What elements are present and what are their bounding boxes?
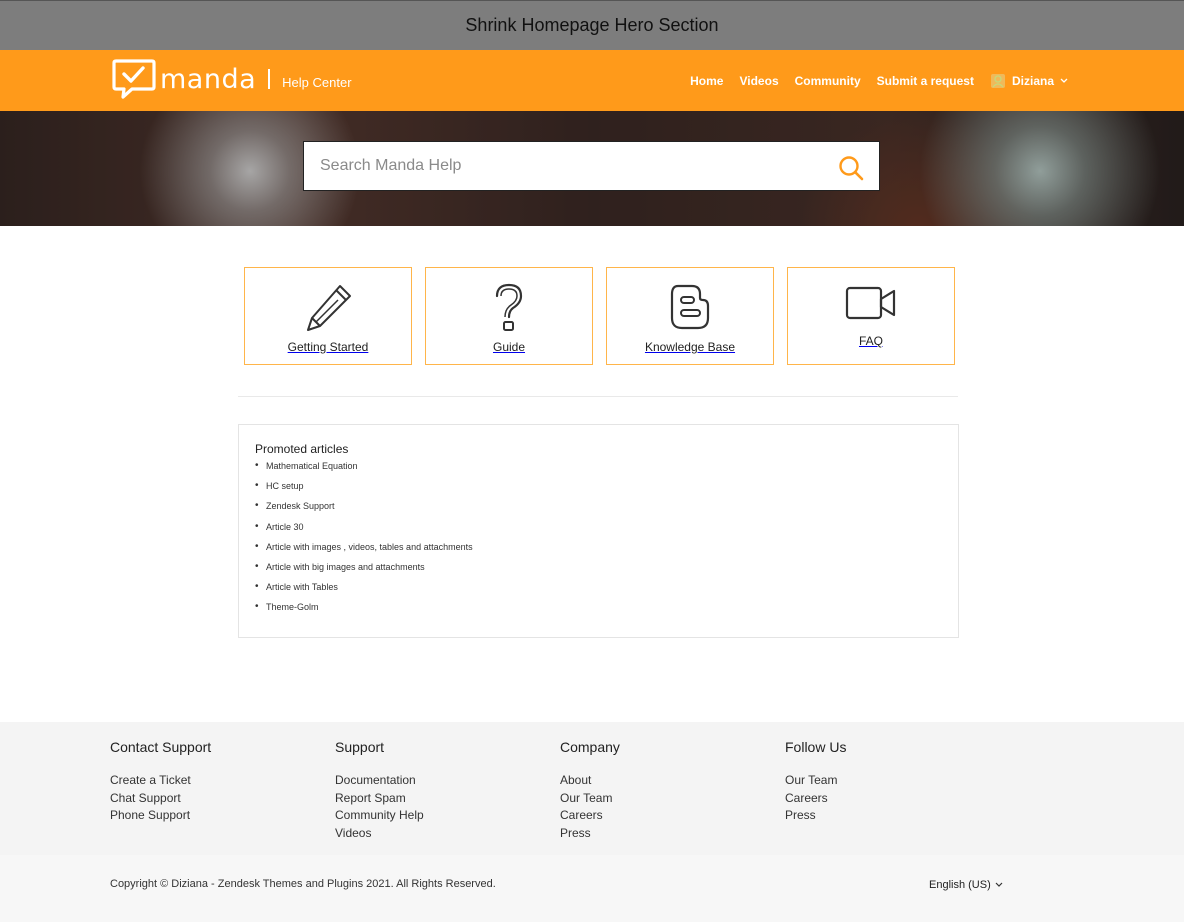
language-selector[interactable]: English (US) [929, 879, 1003, 891]
language-label: English (US) [929, 879, 991, 891]
promoted-item[interactable]: Article with Tables [255, 581, 958, 601]
user-avatar-icon [990, 73, 1005, 88]
copyright-text: Copyright © Diziana - Zendesk Themes and… [110, 878, 496, 890]
footer-col-company: Company About Our Team Careers Press [560, 739, 785, 842]
promoted-link[interactable]: Article with Tables [266, 582, 338, 592]
footer-link-report-spam[interactable]: Report Spam [335, 790, 560, 808]
footer-col-title: Company [560, 739, 620, 755]
footer-bottom-bar: Copyright © Diziana - Zendesk Themes and… [0, 855, 1184, 922]
footer-link-videos[interactable]: Videos [335, 825, 560, 843]
footer-col-follow-us: Follow Us Our Team Careers Press [785, 739, 1010, 842]
pencil-icon [307, 285, 351, 331]
promoted-list: Mathematical Equation HC setup Zendesk S… [255, 460, 958, 622]
chat-check-logo-icon [112, 59, 156, 99]
nav-submit-request[interactable]: Submit a request [877, 74, 974, 88]
main-nav: Home Videos Community Submit a request D… [690, 50, 1068, 111]
footer-col-title: Support [335, 739, 385, 755]
promoted-item[interactable]: HC setup [255, 480, 958, 500]
user-menu[interactable]: Diziana [990, 73, 1068, 89]
footer-col-support: Support Documentation Report Spam Commun… [335, 739, 560, 842]
nav-community[interactable]: Community [795, 74, 861, 88]
footer-link-phone-support[interactable]: Phone Support [110, 807, 335, 825]
footer-link-careers[interactable]: Careers [560, 807, 785, 825]
logo-divider [268, 69, 271, 89]
footer-link-our-team[interactable]: Our Team [785, 772, 1010, 790]
footer-col-title: Follow Us [785, 739, 847, 755]
chevron-down-icon [995, 882, 1003, 887]
footer-link-about[interactable]: About [560, 772, 785, 790]
footer-link-community-help[interactable]: Community Help [335, 807, 560, 825]
logo[interactable]: manda Help Center [112, 58, 352, 100]
promoted-item[interactable]: Article 30 [255, 521, 958, 541]
footer-link-chat-support[interactable]: Chat Support [110, 790, 335, 808]
card-label: Knowledge Base [644, 340, 736, 354]
promoted-item[interactable]: Mathematical Equation [255, 460, 958, 480]
promoted-title: Promoted articles [255, 442, 349, 456]
blogger-icon [670, 284, 710, 330]
footer-link-documentation[interactable]: Documentation [335, 772, 560, 790]
footer-link-press[interactable]: Press [785, 807, 1010, 825]
nav-home[interactable]: Home [690, 74, 723, 88]
promoted-link[interactable]: HC setup [266, 481, 304, 491]
category-cards: Getting Started Guide Knowledge Base FAQ [244, 267, 955, 365]
search-input[interactable] [304, 143, 824, 189]
site-header: manda Help Center Home Videos Community … [0, 50, 1184, 111]
footer-col-title: Contact Support [110, 739, 212, 755]
promoted-item[interactable]: Article with images , videos, tables and… [255, 541, 958, 561]
promoted-articles: Promoted articles Mathematical Equation … [238, 424, 959, 638]
chevron-down-icon [1060, 78, 1068, 83]
promoted-item[interactable]: Theme-Golm [255, 601, 958, 621]
card-label: Getting Started [287, 340, 369, 354]
card-guide[interactable]: Guide [425, 267, 593, 365]
question-mark-icon [495, 283, 523, 331]
nav-videos[interactable]: Videos [739, 74, 778, 88]
card-label: Guide [492, 340, 526, 354]
promoted-link[interactable]: Article 30 [266, 522, 304, 532]
section-divider [238, 396, 958, 397]
footer-link-our-team[interactable]: Our Team [560, 790, 785, 808]
promoted-item[interactable]: Zendesk Support [255, 500, 958, 520]
card-faq[interactable]: FAQ [787, 267, 955, 365]
logo-text: manda [160, 63, 257, 95]
title-bar: Shrink Homepage Hero Section [0, 0, 1184, 50]
promoted-link[interactable]: Article with images , videos, tables and… [266, 542, 473, 552]
footer-columns: Contact Support Create a Ticket Chat Sup… [110, 739, 1010, 842]
promoted-link[interactable]: Mathematical Equation [266, 461, 358, 471]
footer-link-press[interactable]: Press [560, 825, 785, 843]
card-getting-started[interactable]: Getting Started [244, 267, 412, 365]
promoted-link[interactable]: Theme-Golm [266, 602, 319, 612]
user-name: Diziana [1011, 73, 1054, 88]
logo-subtitle: Help Center [282, 74, 352, 90]
promoted-item[interactable]: Article with big images and attachments [255, 561, 958, 581]
promoted-link[interactable]: Zendesk Support [266, 501, 335, 511]
footer-col-contact-support: Contact Support Create a Ticket Chat Sup… [110, 739, 335, 842]
search-box [303, 141, 880, 191]
video-camera-icon [845, 286, 896, 320]
card-label: FAQ [858, 334, 883, 348]
search-icon[interactable] [838, 155, 864, 181]
footer-link-careers[interactable]: Careers [785, 790, 1010, 808]
card-knowledge-base[interactable]: Knowledge Base [606, 267, 774, 365]
footer-link-create-ticket[interactable]: Create a Ticket [110, 772, 335, 790]
title-bar-text: Shrink Homepage Hero Section [465, 15, 719, 35]
promoted-link[interactable]: Article with big images and attachments [266, 562, 425, 572]
